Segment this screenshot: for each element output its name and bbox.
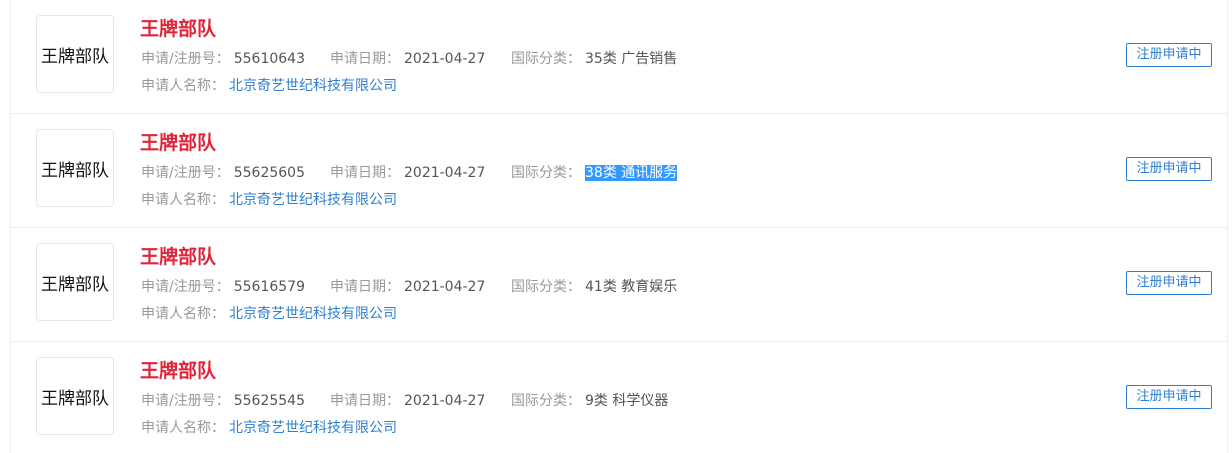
intl-class-value-selected: 38类 通讯服务 bbox=[585, 165, 678, 181]
trademark-row: 王牌部队 王牌部队 申请/注册号： 55625545 申请日期： 2021-04-2… bbox=[11, 342, 1227, 453]
trademark-name[interactable]: 王牌部队 bbox=[140, 360, 216, 382]
reg-no-label: 申请/注册号： bbox=[141, 165, 230, 181]
trademark-name[interactable]: 王牌部队 bbox=[140, 132, 216, 154]
applicant-company-link[interactable]: 北京奇艺世纪科技有限公司 bbox=[229, 78, 397, 94]
applicant-label: 申请人名称： bbox=[141, 192, 225, 208]
intl-class-label: 国际分类： bbox=[511, 51, 581, 67]
trademark-name[interactable]: 王牌部队 bbox=[140, 246, 216, 268]
intl-class-value: 35类 广告销售 bbox=[585, 51, 678, 67]
trademark-logo: 王牌部队 bbox=[36, 243, 114, 321]
apply-date-value: 2021-04-27 bbox=[404, 165, 486, 181]
intl-class-label: 国际分类： bbox=[511, 165, 581, 181]
status-button[interactable]: 注册申请中 bbox=[1126, 271, 1212, 295]
apply-date-label: 申请日期： bbox=[330, 393, 400, 409]
applicant-label: 申请人名称： bbox=[141, 420, 225, 436]
trademark-name[interactable]: 王牌部队 bbox=[140, 18, 216, 40]
applicant-line: 申请人名称： 北京奇艺世纪科技有限公司 bbox=[141, 191, 397, 209]
applicant-company-link[interactable]: 北京奇艺世纪科技有限公司 bbox=[229, 192, 397, 208]
applicant-label: 申请人名称： bbox=[141, 78, 225, 94]
applicant-company-link[interactable]: 北京奇艺世纪科技有限公司 bbox=[229, 306, 397, 322]
trademark-meta: 申请/注册号： 55625605 申请日期： 2021-04-27 国际分类： 38类… bbox=[141, 164, 841, 182]
apply-date-value: 2021-04-27 bbox=[404, 279, 486, 295]
reg-no-label: 申请/注册号： bbox=[141, 279, 230, 295]
status-button[interactable]: 注册申请中 bbox=[1126, 43, 1212, 67]
applicant-line: 申请人名称： 北京奇艺世纪科技有限公司 bbox=[141, 77, 397, 95]
intl-class-value: 41类 教育娱乐 bbox=[585, 279, 678, 295]
trademark-row: 王牌部队 王牌部队 申请/注册号： 55625605 申请日期： 2021-04-2… bbox=[11, 114, 1227, 228]
reg-no-value: 55625545 bbox=[233, 393, 305, 409]
trademark-meta: 申请/注册号： 55625545 申请日期： 2021-04-27 国际分类： 9类 … bbox=[141, 392, 841, 410]
reg-no-label: 申请/注册号： bbox=[141, 51, 230, 67]
trademark-logo: 王牌部队 bbox=[36, 357, 114, 435]
apply-date-label: 申请日期： bbox=[330, 165, 400, 181]
apply-date-label: 申请日期： bbox=[330, 51, 400, 67]
applicant-line: 申请人名称： 北京奇艺世纪科技有限公司 bbox=[141, 419, 397, 437]
trademark-row: 王牌部队 王牌部队 申请/注册号： 55610643 申请日期： 2021-04-2… bbox=[11, 0, 1227, 114]
apply-date-label: 申请日期： bbox=[330, 279, 400, 295]
intl-class-value: 9类 科学仪器 bbox=[585, 393, 669, 409]
trademark-result-list: 王牌部队 王牌部队 申请/注册号： 55610643 申请日期： 2021-04-2… bbox=[10, 0, 1228, 453]
trademark-logo: 王牌部队 bbox=[36, 15, 114, 93]
trademark-logo: 王牌部队 bbox=[36, 129, 114, 207]
applicant-company-link[interactable]: 北京奇艺世纪科技有限公司 bbox=[229, 420, 397, 436]
applicant-label: 申请人名称： bbox=[141, 306, 225, 322]
status-button[interactable]: 注册申请中 bbox=[1126, 385, 1212, 409]
status-button[interactable]: 注册申请中 bbox=[1126, 157, 1212, 181]
apply-date-value: 2021-04-27 bbox=[404, 51, 486, 67]
reg-no-value: 55610643 bbox=[233, 51, 305, 67]
applicant-line: 申请人名称： 北京奇艺世纪科技有限公司 bbox=[141, 305, 397, 323]
apply-date-value: 2021-04-27 bbox=[404, 393, 486, 409]
trademark-meta: 申请/注册号： 55610643 申请日期： 2021-04-27 国际分类： 35类… bbox=[141, 50, 841, 68]
reg-no-value: 55616579 bbox=[233, 279, 305, 295]
reg-no-label: 申请/注册号： bbox=[141, 393, 230, 409]
trademark-meta: 申请/注册号： 55616579 申请日期： 2021-04-27 国际分类： 41类… bbox=[141, 278, 841, 296]
reg-no-value: 55625605 bbox=[233, 165, 305, 181]
intl-class-label: 国际分类： bbox=[511, 393, 581, 409]
trademark-row: 王牌部队 王牌部队 申请/注册号： 55616579 申请日期： 2021-04-2… bbox=[11, 228, 1227, 342]
intl-class-label: 国际分类： bbox=[511, 279, 581, 295]
